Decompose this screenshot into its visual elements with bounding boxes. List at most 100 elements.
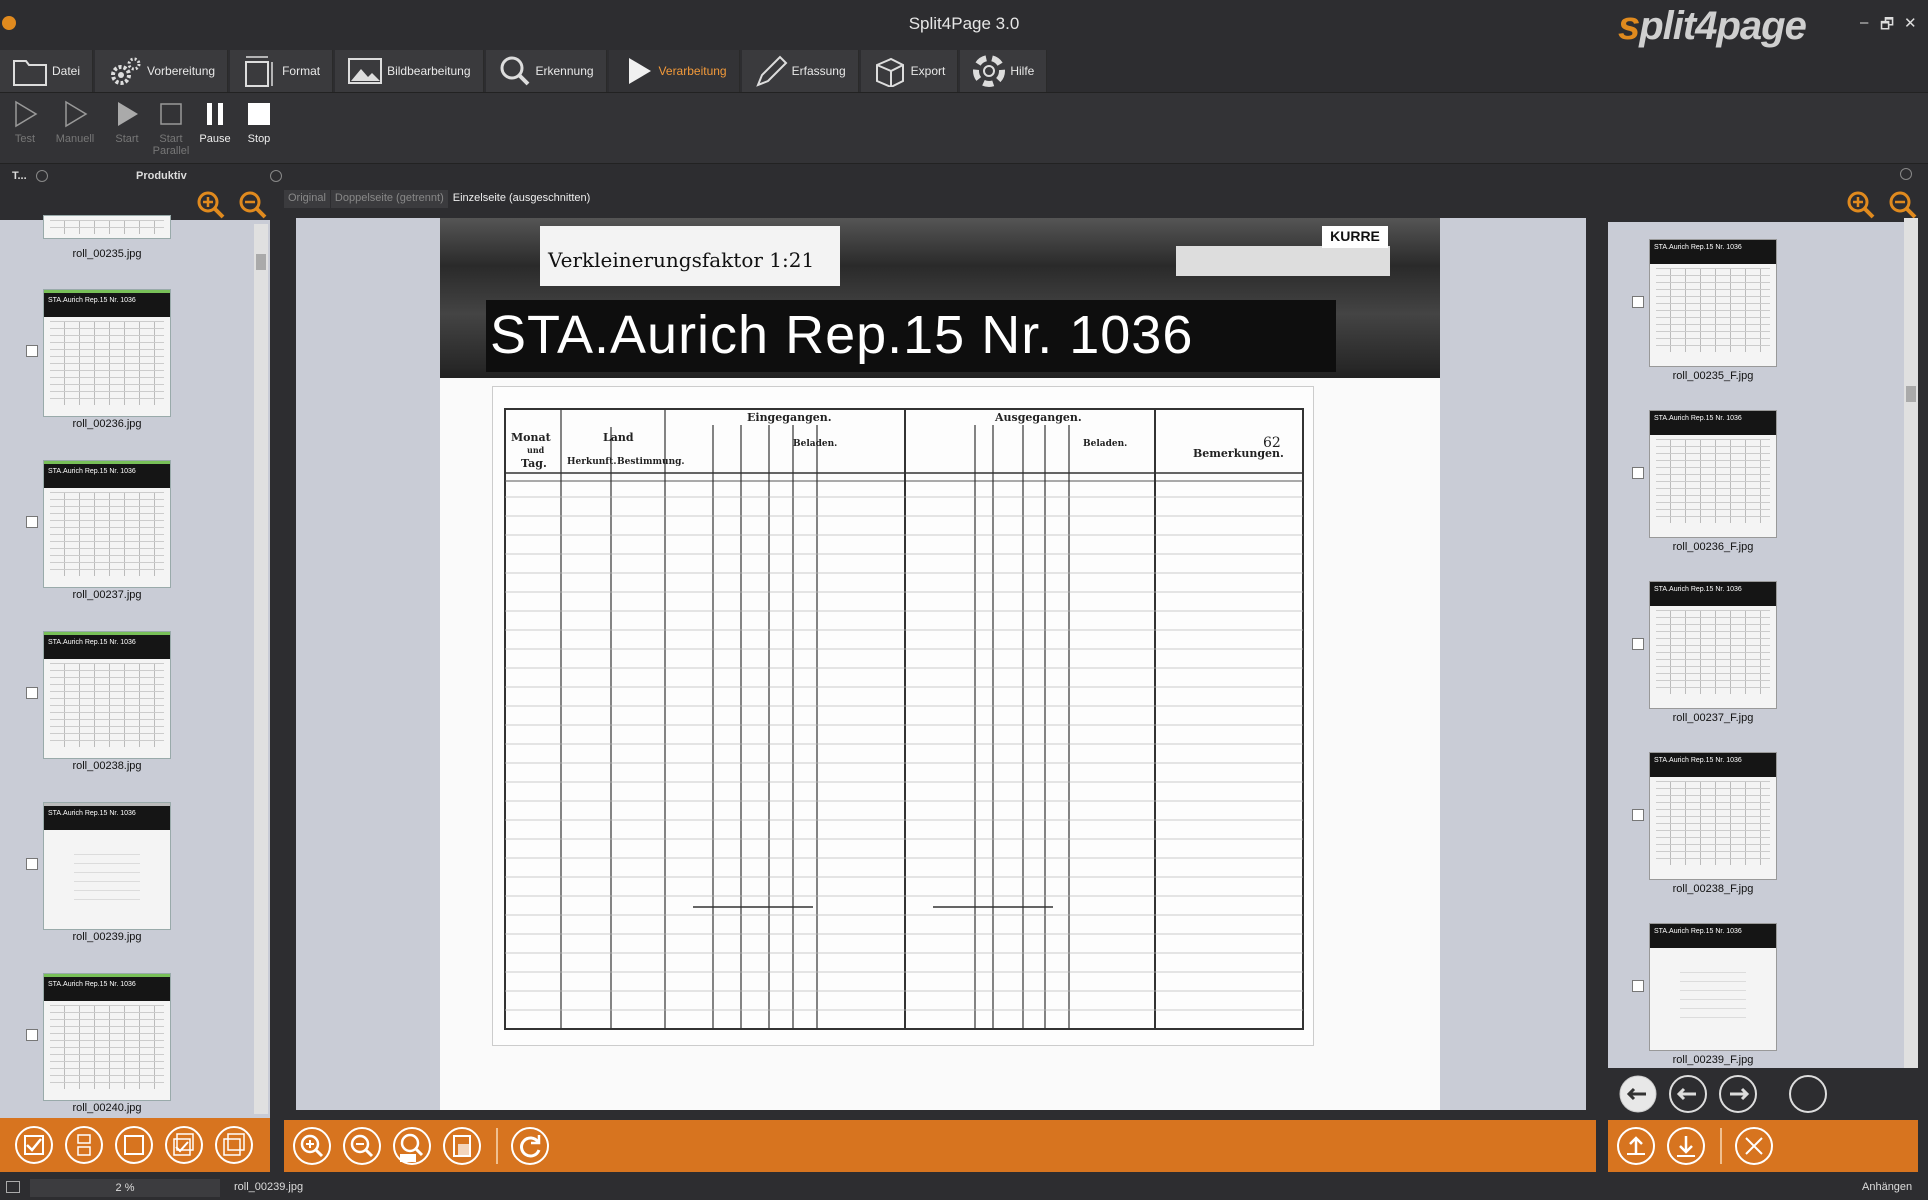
- thumbnail-image[interactable]: STA.Aurich Rep.15 Nr. 1036: [1650, 582, 1776, 708]
- thumbnail-header-text: STA.Aurich Rep.15 Nr. 1036: [1650, 924, 1776, 948]
- check-copy-icon[interactable]: [164, 1125, 204, 1165]
- fit-page-icon[interactable]: [442, 1126, 482, 1166]
- result-thumbnail-list[interactable]: STA.Aurich Rep.15 Nr. 1036 roll_00235_F.…: [1608, 222, 1908, 1068]
- upload-icon[interactable]: [1616, 1126, 1656, 1166]
- append-mode[interactable]: Anhängen: [1862, 1181, 1912, 1193]
- tab-format[interactable]: Format: [230, 50, 334, 92]
- thumbnail-image[interactable]: STA.Aurich Rep.15 Nr. 1036: [44, 632, 170, 758]
- tab-einzelseite[interactable]: Einzelseite (ausgeschnitten): [449, 190, 595, 208]
- zoom-in-icon[interactable]: [196, 190, 226, 220]
- test-button[interactable]: Test: [2, 99, 48, 145]
- thumbnail-image[interactable]: STA.Aurich Rep.15 Nr. 1036: [44, 803, 170, 929]
- start-parallel-button[interactable]: Start Parallel: [148, 99, 194, 157]
- ledger-grid: [504, 408, 1304, 1030]
- uncheck-all-icon[interactable]: [114, 1125, 154, 1165]
- circle-icon[interactable]: [1788, 1074, 1828, 1114]
- tab-bildbearbeitung[interactable]: Bildbearbeitung: [335, 50, 484, 92]
- zoom-out-icon[interactable]: [1888, 190, 1918, 220]
- remove-icon[interactable]: [1734, 1126, 1774, 1166]
- collapse-icon[interactable]: [36, 170, 48, 182]
- check-all-icon[interactable]: [14, 1125, 54, 1165]
- thumbnail-checkbox[interactable]: [26, 1029, 38, 1041]
- manuell-button[interactable]: Manuell: [52, 99, 98, 145]
- header-monat: Monat: [511, 431, 551, 444]
- restore-button[interactable]: 🗗: [1880, 14, 1894, 39]
- thumbnail-label: roll_00235_F.jpg: [1672, 370, 1754, 382]
- thumbnail-image[interactable]: [44, 216, 170, 238]
- thumbnail-checkbox[interactable]: [1632, 467, 1644, 479]
- collapse-icon[interactable]: [270, 170, 282, 182]
- header-ausgegangen: Ausgegangen.: [995, 411, 1082, 424]
- tab-format-label: Format: [282, 64, 321, 78]
- start-button[interactable]: Start: [104, 99, 150, 145]
- viewer-bottom-toolbar: [284, 1120, 1596, 1172]
- start-label: Start: [115, 133, 139, 145]
- tab-erkennung[interactable]: Erkennung: [485, 50, 607, 92]
- tab-export[interactable]: Export: [860, 50, 959, 92]
- test-label: Test: [14, 133, 36, 145]
- header-eingegangen: Eingegangen.: [747, 411, 832, 424]
- panel-header: T... Produktiv: [0, 166, 1928, 186]
- copy-icon[interactable]: [214, 1125, 254, 1165]
- thumbnail-image[interactable]: STA.Aurich Rep.15 Nr. 1036: [44, 974, 170, 1100]
- document-image[interactable]: Verkleinerungsfaktor 1:21 KURRE STA.Auri…: [440, 218, 1440, 1110]
- tab-doppelseite[interactable]: Doppelseite (getrennt): [330, 190, 448, 208]
- pause-label: Pause: [199, 133, 231, 145]
- status-bar: 2 % roll_00239.jpg Anhängen: [0, 1176, 1928, 1200]
- zoom-in-icon[interactable]: [292, 1126, 332, 1166]
- folder-icon[interactable]: [6, 1181, 20, 1193]
- close-button[interactable]: ✕: [1904, 14, 1917, 32]
- minimize-button[interactable]: –: [1860, 14, 1868, 31]
- refresh-icon[interactable]: [510, 1126, 550, 1166]
- tab-original[interactable]: Original: [284, 190, 330, 208]
- download-icon[interactable]: [1666, 1126, 1706, 1166]
- thumbnail-checkbox[interactable]: [1632, 980, 1644, 992]
- thumbnail-checkbox[interactable]: [26, 516, 38, 528]
- source-thumbnail-list[interactable]: roll_00235.jpg STA.Aurich Rep.15 Nr. 103…: [0, 216, 270, 1118]
- scrollbar-thumb[interactable]: [256, 254, 266, 270]
- thumbnail-image[interactable]: STA.Aurich Rep.15 Nr. 1036: [44, 461, 170, 587]
- zoom-out-icon[interactable]: [342, 1126, 382, 1166]
- thumbnail-image[interactable]: STA.Aurich Rep.15 Nr. 1036: [1650, 411, 1776, 537]
- thumbnail-label: roll_00238.jpg: [72, 760, 142, 772]
- zoom-out-icon[interactable]: [238, 190, 268, 220]
- thumbnail-checkbox[interactable]: [26, 345, 38, 357]
- collapse-icon[interactable]: [1900, 168, 1912, 180]
- move-right-icon[interactable]: [1718, 1074, 1758, 1114]
- thumbnail-label: roll_00239.jpg: [72, 931, 142, 943]
- header-bestimmung: Bestimmung.: [617, 457, 685, 467]
- stop-button[interactable]: Stop: [236, 99, 282, 145]
- tab-datei-label: Datei: [52, 64, 81, 78]
- tab-erfassung[interactable]: Erfassung: [741, 50, 859, 92]
- thumbnail-image[interactable]: STA.Aurich Rep.15 Nr. 1036: [44, 290, 170, 416]
- move-left-icon[interactable]: [1618, 1074, 1658, 1114]
- thumbnail-header-text: STA.Aurich Rep.15 Nr. 1036: [44, 635, 170, 659]
- right-scrollbar[interactable]: [1904, 218, 1918, 1068]
- thumbnail-checkbox[interactable]: [1632, 296, 1644, 308]
- tab-erfassung-label: Erfassung: [791, 64, 846, 78]
- tab-datei[interactable]: Datei: [0, 50, 94, 92]
- thumbnail-image[interactable]: STA.Aurich Rep.15 Nr. 1036: [1650, 924, 1776, 1050]
- thumbnail-checkbox[interactable]: [26, 687, 38, 699]
- thumbnail-image[interactable]: STA.Aurich Rep.15 Nr. 1036: [1650, 240, 1776, 366]
- move-split-icon[interactable]: [1668, 1074, 1708, 1114]
- pause-icon: [207, 103, 223, 125]
- thumbnail-checkbox[interactable]: [1632, 638, 1644, 650]
- thumbnail-checkbox[interactable]: [1632, 809, 1644, 821]
- tab-vorbereitung[interactable]: Vorbereitung: [95, 50, 229, 92]
- zoom-in-icon[interactable]: [1846, 190, 1876, 220]
- manuell-label: Manuell: [55, 133, 95, 145]
- left-scrollbar[interactable]: [254, 224, 268, 1114]
- stop-label: Stop: [247, 133, 271, 145]
- thumbnail-image[interactable]: STA.Aurich Rep.15 Nr. 1036: [1650, 753, 1776, 879]
- zoom-100-icon[interactable]: [392, 1126, 432, 1166]
- tab-export-label: Export: [910, 64, 946, 78]
- tab-verarbeitung[interactable]: Verarbeitung: [608, 50, 740, 92]
- tab-hilfe[interactable]: Hilfe: [960, 50, 1048, 92]
- thumbnail-header-text: STA.Aurich Rep.15 Nr. 1036: [44, 806, 170, 830]
- scrollbar-thumb[interactable]: [1906, 386, 1916, 402]
- thumbnail-header-text: STA.Aurich Rep.15 Nr. 1036: [1650, 411, 1776, 435]
- thumbnail-checkbox[interactable]: [26, 858, 38, 870]
- pause-button[interactable]: Pause: [192, 99, 238, 145]
- check-partial-icon[interactable]: [64, 1125, 104, 1165]
